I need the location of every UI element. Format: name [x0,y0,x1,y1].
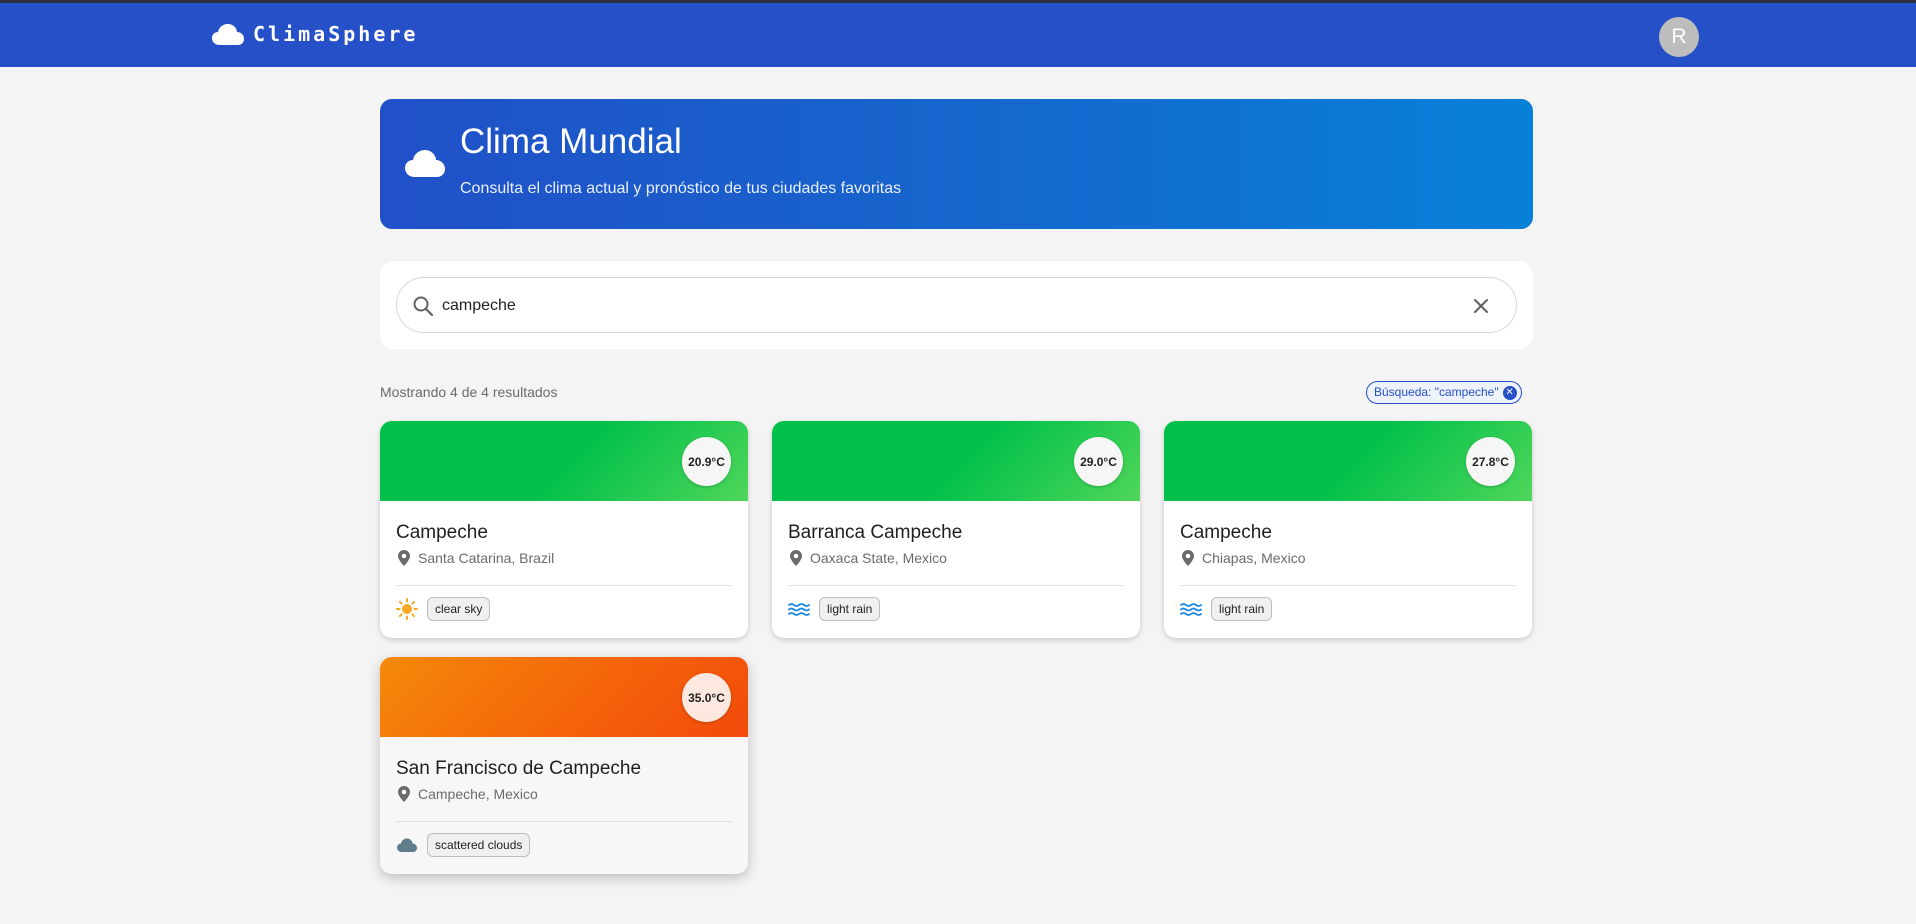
location-text: Santa Catarina, Brazil [418,550,555,566]
location-pin-icon [398,786,410,802]
city-card[interactable]: 35.0°C San Francisco de Campeche Campech… [380,657,748,874]
results-count: Mostrando 4 de 4 resultados [380,384,558,400]
search-panel [380,261,1533,349]
condition-chip: scattered clouds [427,833,531,857]
condition-chip: clear sky [427,597,491,621]
location-text: Oaxaca State, Mexico [810,550,947,566]
city-card[interactable]: 20.9°C Campeche Santa Catarina, Brazil c… [380,421,748,638]
location-text: Chiapas, Mexico [1202,550,1306,566]
city-location: Chiapas, Mexico [1180,549,1306,567]
condition-chip: light rain [819,597,881,621]
search-icon [413,296,434,317]
card-header-band: 35.0°C [380,657,748,737]
active-filter-chip[interactable]: Búsqueda: "campeche" ✕ [1366,381,1522,404]
temperature-badge: 27.8°C [1466,437,1515,486]
page-subtitle: Consulta el clima actual y pronóstico de… [460,180,902,197]
city-location: Oaxaca State, Mexico [788,549,947,567]
clear-search-icon[interactable] [1469,294,1493,318]
sun-icon [396,598,418,620]
brand-name: ClimaSphere [253,22,419,46]
waves-icon [1180,603,1202,616]
weather-condition: light rain [788,597,881,621]
location-text: Campeche, Mexico [418,786,538,802]
search-input[interactable] [442,292,1442,320]
card-header-band: 29.0°C [772,421,1140,501]
divider [1180,585,1516,586]
user-avatar[interactable]: R [1659,17,1699,57]
city-name: Campeche [396,522,488,543]
filter-chip-label: Búsqueda: "campeche" [1374,385,1499,399]
search-box[interactable] [396,277,1517,333]
temperature-badge: 35.0°C [682,673,731,722]
waves-icon [788,603,810,616]
city-card[interactable]: 27.8°C Campeche Chiapas, Mexico light ra… [1164,421,1532,638]
weather-condition: scattered clouds [396,833,531,857]
city-location: Campeche, Mexico [396,785,538,803]
cloud-icon [397,838,417,852]
cloud-logo-icon [212,24,244,45]
location-pin-icon [790,550,802,566]
city-card[interactable]: 29.0°C Barranca Campeche Oaxaca State, M… [772,421,1140,638]
weather-condition: light rain [1180,597,1273,621]
cloud-icon [405,150,445,177]
hero-banner: Clima Mundial Consulta el clima actual y… [380,99,1533,229]
city-name: Barranca Campeche [788,522,963,543]
page-title: Clima Mundial [460,122,682,161]
city-name: San Francisco de Campeche [396,758,642,779]
app-bar: ClimaSphere R [0,0,1916,67]
city-name: Campeche [1180,522,1272,543]
condition-chip: light rain [1211,597,1273,621]
location-pin-icon [398,550,410,566]
remove-filter-icon[interactable]: ✕ [1502,386,1517,400]
temperature-badge: 29.0°C [1074,437,1123,486]
divider [396,585,732,586]
city-location: Santa Catarina, Brazil [396,549,554,567]
brand[interactable]: ClimaSphere [211,21,418,47]
divider [396,821,732,822]
temperature-badge: 20.9°C [682,437,731,486]
location-pin-icon [1182,550,1194,566]
divider [788,585,1124,586]
weather-condition: clear sky [396,597,491,621]
card-header-band: 20.9°C [380,421,748,501]
card-header-band: 27.8°C [1164,421,1532,501]
